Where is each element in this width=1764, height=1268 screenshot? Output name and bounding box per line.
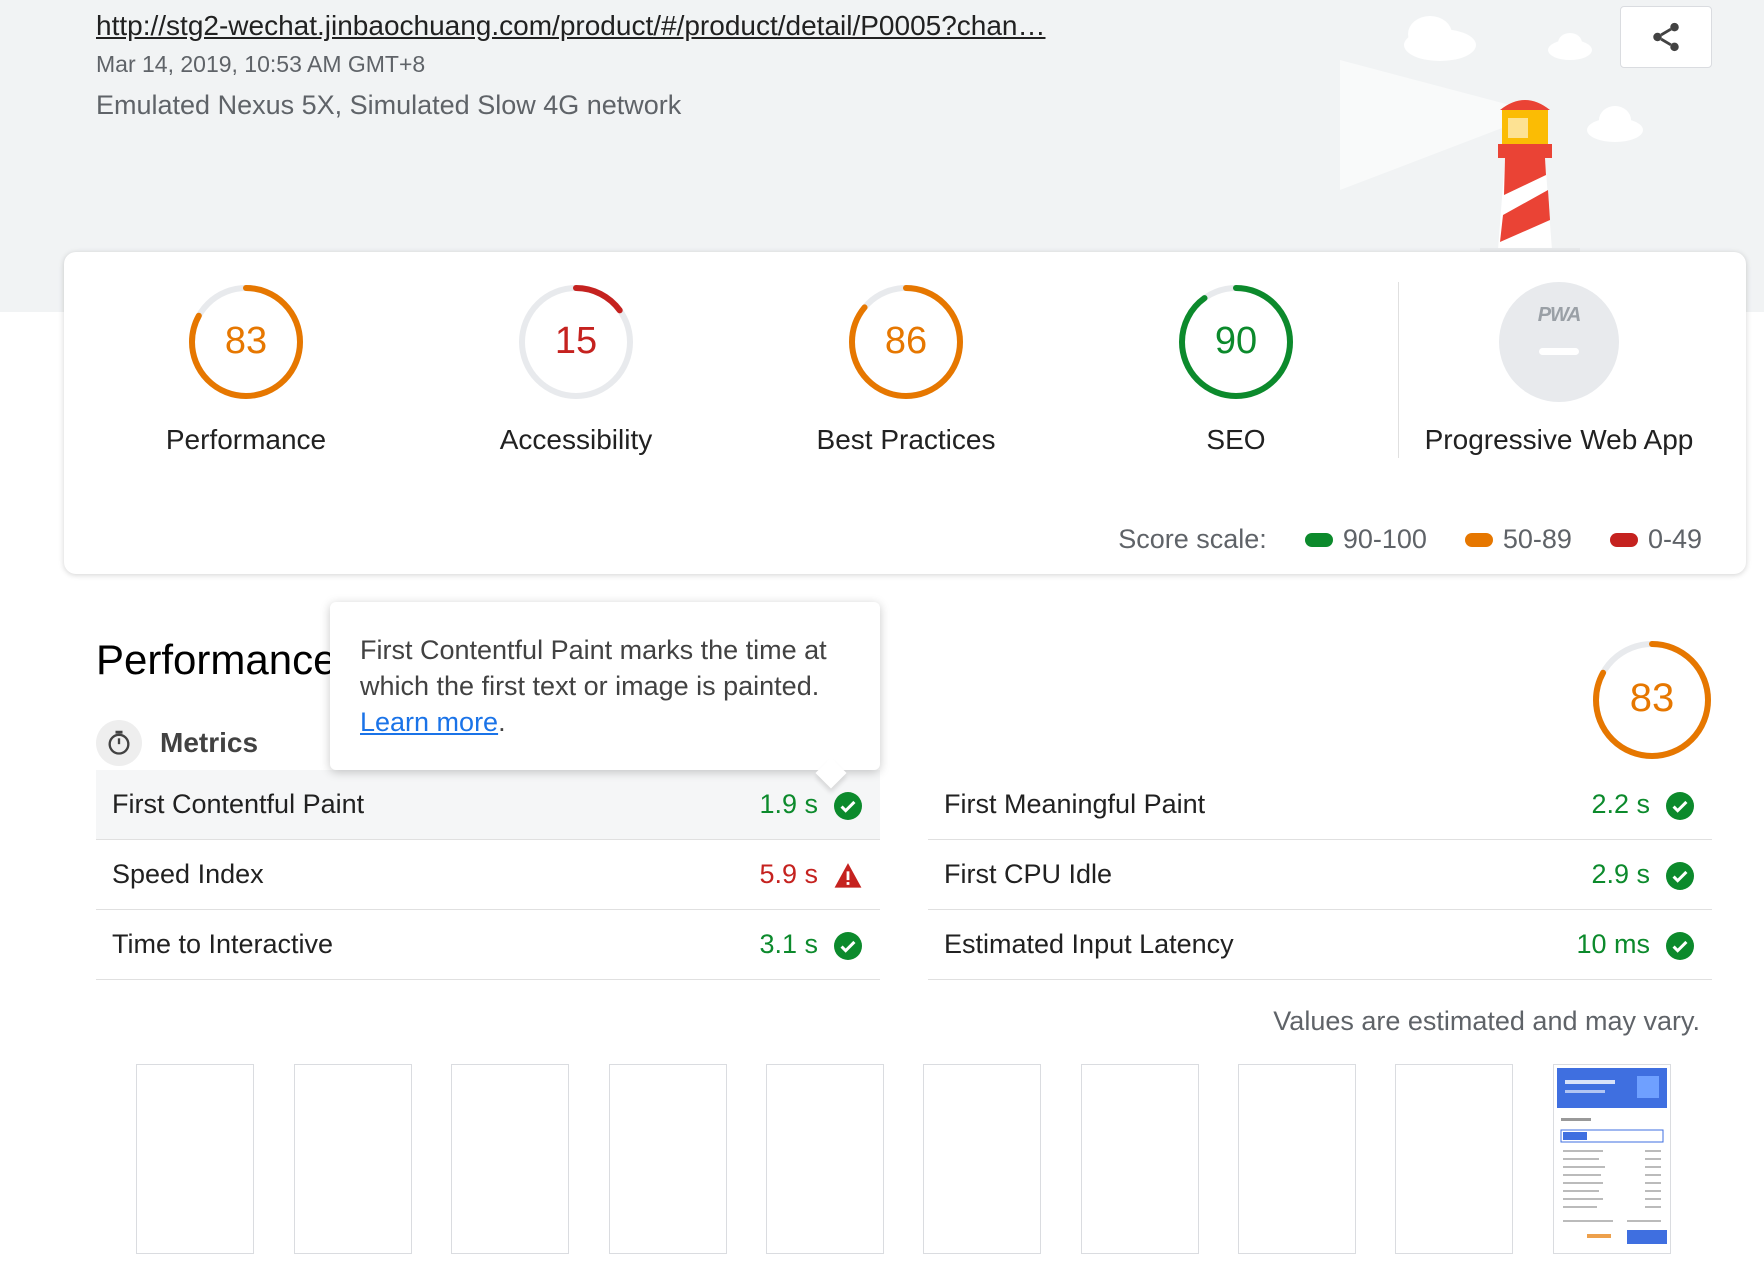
filmstrip-frame [1395, 1064, 1513, 1254]
page-url-link[interactable]: http://stg2-wechat.jinbaochuang.com/prod… [96, 10, 1046, 42]
filmstrip-frame-loaded [1553, 1064, 1671, 1254]
metric-value: 1.9 s [759, 789, 818, 819]
metrics-label: Metrics [160, 727, 259, 758]
filmstrip-frame [766, 1064, 884, 1254]
gauge-best-practices[interactable]: 86 Best Practices [756, 282, 1056, 456]
check-circle-icon [1666, 792, 1694, 820]
report-date: Mar 14, 2019, 10:53 AM GMT+8 [96, 51, 426, 77]
filmstrip-frame [451, 1064, 569, 1254]
performance-section-title: Performance [96, 636, 337, 683]
pwa-badge-icon: PWA [1499, 282, 1619, 402]
filmstrip-frame [1238, 1064, 1356, 1254]
metric-row-time-to-interactive[interactable]: Time to Interactive 3.1 s [96, 910, 880, 980]
filmstrip-frame [923, 1064, 1041, 1254]
check-circle-icon [834, 932, 862, 960]
gauge-label: Accessibility [499, 424, 653, 455]
metric-value: 3.1 s [759, 929, 818, 959]
card-divider [1398, 282, 1399, 458]
metric-name: Speed Index [112, 859, 264, 889]
metric-row-estimated-input-latency[interactable]: Estimated Input Latency 10 ms [928, 910, 1712, 980]
metric-value: 2.2 s [1591, 789, 1650, 819]
metric-name: First Contentful Paint [112, 789, 365, 819]
metric-name: First CPU Idle [944, 859, 1113, 889]
check-circle-icon [1666, 862, 1694, 890]
stopwatch-icon [96, 720, 142, 766]
lighthouse-illustration [1340, 16, 1643, 254]
filmstrip-frame [1081, 1064, 1199, 1254]
metric-row-first-contentful-paint[interactable]: First Contentful Paint 1.9 s [96, 770, 880, 840]
gauge-label: Progressive Web App [1424, 424, 1694, 455]
score-scale: Score scale: 90-100 50-89 0-49 [1118, 524, 1702, 555]
pass-pill-icon [1304, 532, 1333, 547]
average-pill-icon [1464, 532, 1493, 547]
check-circle-icon [1666, 932, 1694, 960]
metrics-left-column: First Contentful Paint 1.9 s Speed Index… [96, 770, 880, 980]
metric-name: Time to Interactive [112, 929, 334, 959]
metric-tooltip: First Contentful Paint marks the time at… [330, 602, 880, 770]
gauge-pwa[interactable]: PWA Progressive Web App [1409, 282, 1709, 456]
pwa-dash [1539, 348, 1579, 355]
score-scale-label: Score scale: [1118, 524, 1267, 554]
metrics-header: Metrics [96, 720, 258, 766]
gauge-label: SEO [1206, 424, 1266, 455]
gauge-seo[interactable]: 90 SEO [1086, 282, 1386, 456]
metric-value: 10 ms [1576, 929, 1650, 959]
learn-more-link[interactable]: Learn more [360, 707, 498, 737]
pwa-badge-text: PWA [1537, 304, 1582, 326]
metric-value: 5.9 s [759, 859, 818, 889]
page-screenshot-thumbnail [1557, 1068, 1667, 1244]
gauge-score: 83 [224, 320, 268, 362]
gauge-score: 86 [884, 320, 928, 362]
check-circle-icon [834, 792, 862, 820]
tooltip-end: . [498, 707, 506, 737]
scale-range-fail: 0-49 [1647, 524, 1702, 554]
gauge-label: Performance [165, 424, 327, 455]
metric-row-first-cpu-idle[interactable]: First CPU Idle 2.9 s [928, 840, 1712, 910]
values-estimated-note: Values are estimated and may vary. [1273, 1006, 1700, 1036]
gauge-accessibility[interactable]: 15 Accessibility [426, 282, 726, 456]
warning-triangle-icon [834, 863, 862, 888]
scale-range-pass: 90-100 [1342, 524, 1427, 554]
metric-name: Estimated Input Latency [944, 929, 1234, 959]
scale-range-average: 50-89 [1502, 524, 1572, 554]
metrics-right-column: First Meaningful Paint 2.2 s First CPU I… [928, 770, 1712, 980]
filmstrip-frame [294, 1064, 412, 1254]
filmstrip-frame [136, 1064, 254, 1254]
gauge-score: 15 [554, 320, 598, 362]
fail-pill-icon [1609, 532, 1638, 547]
device-info: Emulated Nexus 5X, Simulated Slow 4G net… [96, 90, 682, 120]
performance-score-gauge: 83 [1590, 638, 1714, 762]
gauge-score: 90 [1214, 320, 1258, 362]
tooltip-text: First Contentful Paint marks the time at… [360, 635, 827, 701]
metric-value: 2.9 s [1591, 859, 1650, 889]
gauge-performance[interactable]: 83 Performance [96, 282, 396, 456]
gauge-label: Best Practices [816, 424, 996, 455]
metric-row-first-meaningful-paint[interactable]: First Meaningful Paint 2.2 s [928, 770, 1712, 840]
metric-name: First Meaningful Paint [944, 789, 1206, 819]
score-summary-card: 83 Performance 15 Accessibility 86 Best … [64, 252, 1746, 574]
performance-score: 83 [1629, 676, 1675, 720]
metric-row-speed-index[interactable]: Speed Index 5.9 s [96, 840, 880, 910]
filmstrip-frame [609, 1064, 727, 1254]
